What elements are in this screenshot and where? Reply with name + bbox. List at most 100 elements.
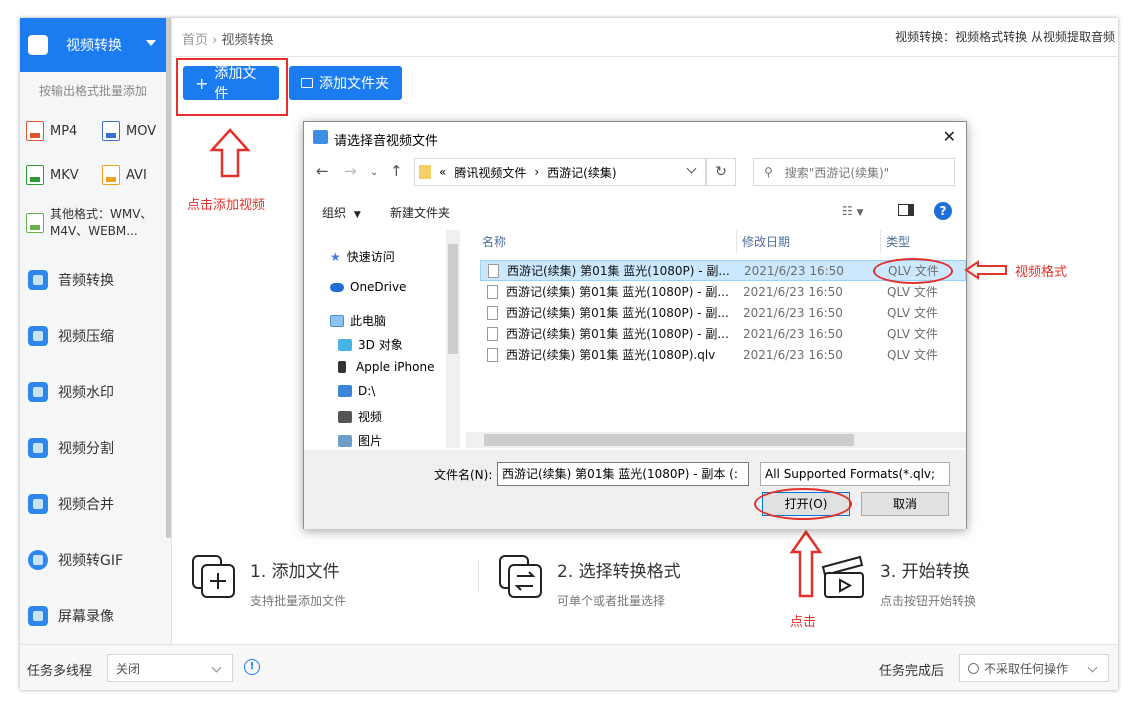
- add-folder-label: 添加文件夹: [319, 76, 389, 92]
- highlight-box: [176, 58, 288, 116]
- tree-pictures[interactable]: 图片: [338, 432, 382, 449]
- file-name: 西游记(续集) 第01集 蓝光(1080P) - 副...: [506, 285, 729, 299]
- folder-icon: [419, 165, 431, 179]
- sidebar-item-label: 视频转GIF: [58, 553, 124, 569]
- new-folder-button[interactable]: 新建文件夹: [390, 204, 450, 221]
- select-format-step-icon: [499, 555, 542, 598]
- format-avi[interactable]: AVI: [102, 165, 147, 185]
- preview-pane-icon[interactable]: [898, 204, 914, 219]
- file-list-hscrollbar-thumb[interactable]: [484, 434, 854, 446]
- file-name: 西游记(续集) 第01集 蓝光(1080P) - 副...: [506, 306, 729, 320]
- tree-drive-d[interactable]: D:\: [338, 384, 375, 398]
- after-done-label: 任务完成后: [879, 664, 945, 679]
- tree-label: D:\: [358, 384, 376, 398]
- chevron-down-icon: [211, 662, 222, 673]
- cube-icon: [338, 338, 352, 351]
- format-mov[interactable]: MOV: [102, 121, 156, 141]
- filename-input[interactable]: 西游记(续集) 第01集 蓝光(1080P) - 副本 (:: [497, 462, 749, 486]
- file-type: QLV 文件: [887, 327, 938, 341]
- file-name: 西游记(续集) 第01集 蓝光(1080P).qlv: [506, 348, 716, 362]
- filename-label: 文件名(N):: [434, 468, 493, 482]
- address-bar[interactable]: « 腾讯视频文件 › 西游记(续集): [414, 158, 706, 186]
- file-type-filter-value: All Supported Formats(*.qlv;: [765, 467, 936, 481]
- tree-this-pc[interactable]: 此电脑: [330, 312, 386, 329]
- add-folder-button[interactable]: 添加文件夹: [289, 66, 402, 100]
- sidebar-item-merge[interactable]: 视频合并: [20, 484, 166, 524]
- step-select-format: 2. 选择转换格式 可单个或者批量选择: [497, 553, 681, 609]
- chevron-down-icon[interactable]: [686, 163, 697, 174]
- refresh-icon[interactable]: ↻: [706, 158, 736, 186]
- sidebar-item-watermark[interactable]: 视频水印: [20, 372, 166, 412]
- format-mp4[interactable]: MP4: [26, 121, 77, 141]
- annotation-video-format: 视频格式: [1015, 265, 1068, 280]
- tree-label: 3D 对象: [358, 338, 403, 352]
- file-row[interactable]: 西游记(续集) 第01集 蓝光(1080P) - 副... 2021/6/23 …: [480, 281, 966, 302]
- sidebar-header-video-convert[interactable]: 视频转换: [20, 18, 166, 72]
- tree-label: 视频: [358, 410, 383, 424]
- highlight-ellipse: [873, 258, 953, 284]
- multithread-label: 任务多线程: [27, 664, 93, 679]
- sidebar-item-gif[interactable]: 视频转GIF: [20, 540, 166, 580]
- sidebar-item-split[interactable]: 视频分割: [20, 428, 166, 468]
- tree-scrollbar-thumb[interactable]: [448, 244, 458, 354]
- breadcrumb-home[interactable]: 首页: [182, 33, 208, 48]
- dialog-title: 请选择音视频文件: [334, 134, 439, 149]
- view-options-icon[interactable]: ☷ ▼: [842, 204, 864, 218]
- column-header-date[interactable]: 修改日期: [742, 233, 790, 250]
- close-icon[interactable]: ✕: [943, 127, 956, 146]
- sidebar-header-label: 视频转换: [66, 38, 122, 54]
- folder-icon: [301, 78, 313, 88]
- multithread-select[interactable]: 关闭: [107, 654, 233, 682]
- forward-arrow-icon[interactable]: →: [344, 162, 357, 180]
- info-icon[interactable]: !: [244, 659, 260, 675]
- tree-label: Apple iPhone: [356, 360, 435, 374]
- file-date: 2021/6/23 16:50: [744, 263, 844, 278]
- recent-chevron-icon[interactable]: ⌄: [370, 167, 378, 178]
- file-row[interactable]: 西游记(续集) 第01集 蓝光(1080P) - 副... 2021/6/23 …: [480, 302, 966, 323]
- other-file-icon: [26, 213, 44, 233]
- file-type-filter-select[interactable]: All Supported Formats(*.qlv;: [760, 462, 950, 486]
- file-row[interactable]: 西游记(续集) 第01集 蓝光(1080P).qlv 2021/6/23 16:…: [480, 344, 966, 365]
- sidebar-item-audio-convert[interactable]: 音频转换: [20, 260, 166, 300]
- after-done-select[interactable]: 不采取任何操作: [959, 654, 1109, 682]
- annotation-add-video: 点击添加视频: [187, 198, 266, 213]
- back-arrow-icon[interactable]: ←: [316, 162, 329, 180]
- tree-videos[interactable]: 视频: [338, 408, 382, 425]
- format-label: MP4: [50, 123, 78, 139]
- format-mkv[interactable]: MKV: [26, 165, 79, 185]
- tree-quick-access[interactable]: ★ 快速访问: [330, 248, 395, 265]
- step-add-file: 1. 添加文件 支持批量添加文件: [190, 553, 346, 609]
- sidebar-scrollbar[interactable]: [166, 18, 171, 538]
- tree-onedrive[interactable]: OneDrive: [330, 280, 406, 294]
- column-divider: [736, 230, 737, 254]
- cancel-button[interactable]: 取消: [861, 492, 949, 516]
- app-icon: [313, 130, 328, 144]
- tree-3d-objects[interactable]: 3D 对象: [338, 336, 403, 353]
- watermark-icon: [28, 382, 48, 402]
- up-arrow-annotation-icon: [789, 530, 823, 598]
- tree-label: 此电脑: [350, 314, 387, 328]
- sidebar-item-screen-record[interactable]: 屏幕录像: [20, 596, 166, 636]
- column-header-type[interactable]: 类型: [886, 233, 910, 250]
- address-segment[interactable]: 腾讯视频文件: [454, 164, 526, 181]
- file-date: 2021/6/23 16:50: [743, 326, 843, 341]
- format-other[interactable]: 其他格式：WMV、 M4V、WEBM...: [26, 206, 152, 240]
- help-icon[interactable]: ?: [934, 202, 952, 220]
- file-icon: [487, 284, 498, 299]
- sidebar-item-video-compress[interactable]: 视频压缩: [20, 316, 166, 356]
- compress-icon: [28, 326, 48, 346]
- mp4-file-icon: [26, 121, 44, 141]
- organize-menu[interactable]: 组织 ▼: [322, 204, 361, 221]
- page-tagline: 视频转换：视频格式转换 从视频提取音频: [895, 30, 1115, 44]
- star-icon: ★: [330, 249, 341, 264]
- up-arrow-icon[interactable]: ↑: [390, 162, 403, 180]
- file-icon: [488, 263, 499, 278]
- tree-apple-iphone[interactable]: Apple iPhone: [338, 360, 434, 374]
- address-segment[interactable]: 西游记(续集): [547, 164, 616, 181]
- column-header-name[interactable]: 名称: [482, 233, 506, 250]
- add-file-step-icon: [192, 555, 235, 598]
- sidebar-item-label: 屏幕录像: [58, 609, 114, 625]
- file-row[interactable]: 西游记(续集) 第01集 蓝光(1080P) - 副... 2021/6/23 …: [480, 323, 966, 344]
- file-name: 西游记(续集) 第01集 蓝光(1080P) - 副...: [507, 264, 730, 278]
- search-input[interactable]: ⚲ 搜索"西游记(续集)": [753, 158, 955, 186]
